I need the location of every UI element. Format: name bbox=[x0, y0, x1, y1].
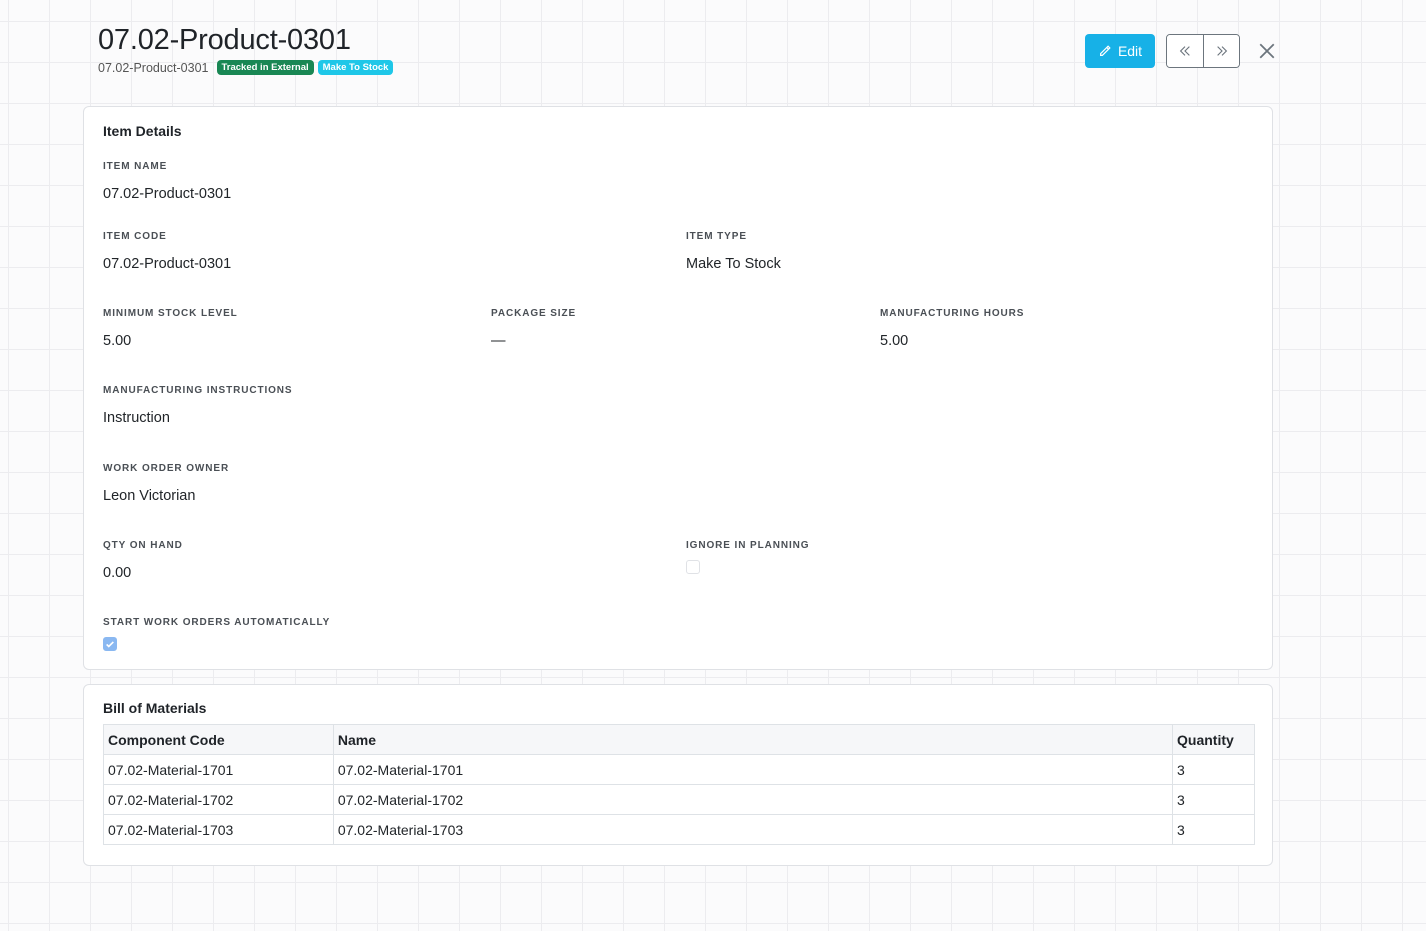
field-label: WORK ORDER OWNER bbox=[103, 463, 230, 474]
field-work-order-owner: WORK ORDER OWNER Leon Victorian bbox=[103, 463, 229, 504]
field-label: ITEM TYPE bbox=[686, 231, 747, 242]
item-detail-page: 07.02-Product-0301 07.02-Product-0301 Tr… bbox=[0, 0, 1426, 931]
column-header-quantity: Quantity bbox=[1172, 724, 1255, 755]
cell-quantity: 3 bbox=[1172, 754, 1255, 785]
field-value: — bbox=[491, 333, 506, 349]
table-header-row: Component Code Name Quantity bbox=[103, 724, 1255, 755]
pencil-icon bbox=[1099, 45, 1111, 56]
column-header-component-code: Component Code bbox=[103, 724, 334, 755]
table-row: 07.02-Material-1701 07.02-Material-1701 … bbox=[103, 754, 1255, 785]
field-label: ITEM CODE bbox=[103, 231, 167, 242]
field-value: 5.00 bbox=[880, 333, 909, 349]
table-row: 07.02-Material-1702 07.02-Material-1702 … bbox=[103, 784, 1255, 815]
field-label: START WORK ORDERS AUTOMATICALLY bbox=[103, 617, 331, 628]
subtitle-row: 07.02-Product-0301 Tracked in External M… bbox=[98, 60, 394, 75]
bill-of-materials-card: Bill of Materials Component Code Name Qu… bbox=[83, 684, 1273, 866]
ignore-in-planning-checkbox[interactable] bbox=[686, 560, 700, 574]
page-title: 07.02-Product-0301 bbox=[98, 24, 351, 56]
field-label: MANUFACTURING INSTRUCTIONS bbox=[103, 385, 293, 396]
cell-name: 07.02-Material-1703 bbox=[332, 814, 1174, 845]
item-details-title: Item Details bbox=[103, 123, 182, 139]
field-label: MANUFACTURING HOURS bbox=[880, 308, 1025, 319]
double-chevron-left-icon bbox=[1179, 46, 1190, 56]
field-ignore-in-planning: IGNORE IN PLANNING bbox=[686, 540, 809, 574]
cell-name: 07.02-Material-1702 bbox=[332, 784, 1174, 815]
bill-of-materials-table: Component Code Name Quantity 07.02-Mater… bbox=[103, 724, 1255, 845]
field-minimum-stock-level: MINIMUM STOCK LEVEL 5.00 bbox=[103, 308, 238, 349]
table-row: 07.02-Material-1703 07.02-Material-1703 … bbox=[103, 814, 1255, 845]
close-button[interactable] bbox=[1256, 40, 1278, 62]
double-chevron-right-icon bbox=[1216, 46, 1227, 56]
cell-component-code: 07.02-Material-1702 bbox=[103, 784, 334, 815]
field-start-work-orders-automatically: START WORK ORDERS AUTOMATICALLY bbox=[103, 617, 330, 651]
cell-component-code: 07.02-Material-1703 bbox=[103, 814, 334, 845]
field-value: 0.00 bbox=[103, 565, 132, 581]
field-manufacturing-instructions: MANUFACTURING INSTRUCTIONS Instruction bbox=[103, 385, 293, 426]
field-value: 07.02-Product-0301 bbox=[103, 186, 232, 202]
field-value: Make To Stock bbox=[686, 256, 781, 272]
field-label: IGNORE IN PLANNING bbox=[686, 540, 810, 551]
field-manufacturing-hours: MANUFACTURING HOURS 5.00 bbox=[880, 308, 1024, 349]
previous-record-button[interactable] bbox=[1167, 35, 1203, 67]
cell-quantity: 3 bbox=[1172, 784, 1255, 815]
next-record-button[interactable] bbox=[1203, 35, 1239, 67]
item-details-card: Item Details ITEM NAME 07.02-Product-030… bbox=[83, 106, 1273, 670]
start-work-orders-automatically-checkbox[interactable] bbox=[103, 637, 117, 651]
edit-button[interactable]: Edit bbox=[1085, 34, 1155, 68]
checkmark-icon bbox=[106, 641, 114, 648]
edit-button-label: Edit bbox=[1117, 43, 1143, 59]
bill-of-materials-title: Bill of Materials bbox=[103, 700, 207, 716]
field-value: 07.02-Product-0301 bbox=[103, 256, 232, 272]
record-nav-group bbox=[1166, 34, 1240, 68]
field-label: ITEM NAME bbox=[103, 161, 168, 172]
status-badge-tracked: Tracked in External bbox=[216, 60, 314, 75]
cell-name: 07.02-Material-1701 bbox=[332, 754, 1174, 785]
close-icon bbox=[1259, 43, 1275, 59]
subtitle-code: 07.02-Product-0301 bbox=[98, 60, 209, 75]
field-value: Leon Victorian bbox=[103, 488, 196, 504]
field-package-size: PACKAGE SIZE — bbox=[491, 308, 576, 349]
field-value: 5.00 bbox=[103, 333, 132, 349]
field-label: QTY ON HAND bbox=[103, 540, 183, 551]
field-item-code: ITEM CODE 07.02-Product-0301 bbox=[103, 231, 231, 272]
field-item-name: ITEM NAME 07.02-Product-0301 bbox=[103, 161, 231, 202]
column-header-name: Name bbox=[332, 724, 1174, 755]
cell-quantity: 3 bbox=[1172, 814, 1255, 845]
header-actions: Edit bbox=[1085, 34, 1278, 68]
field-qty-on-hand: QTY ON HAND 0.00 bbox=[103, 540, 183, 581]
status-badge-make-to-stock: Make To Stock bbox=[317, 60, 394, 75]
field-value: Instruction bbox=[103, 410, 170, 426]
cell-component-code: 07.02-Material-1701 bbox=[103, 754, 334, 785]
field-label: MINIMUM STOCK LEVEL bbox=[103, 308, 238, 319]
field-label: PACKAGE SIZE bbox=[491, 308, 577, 319]
field-item-type: ITEM TYPE Make To Stock bbox=[686, 231, 781, 272]
